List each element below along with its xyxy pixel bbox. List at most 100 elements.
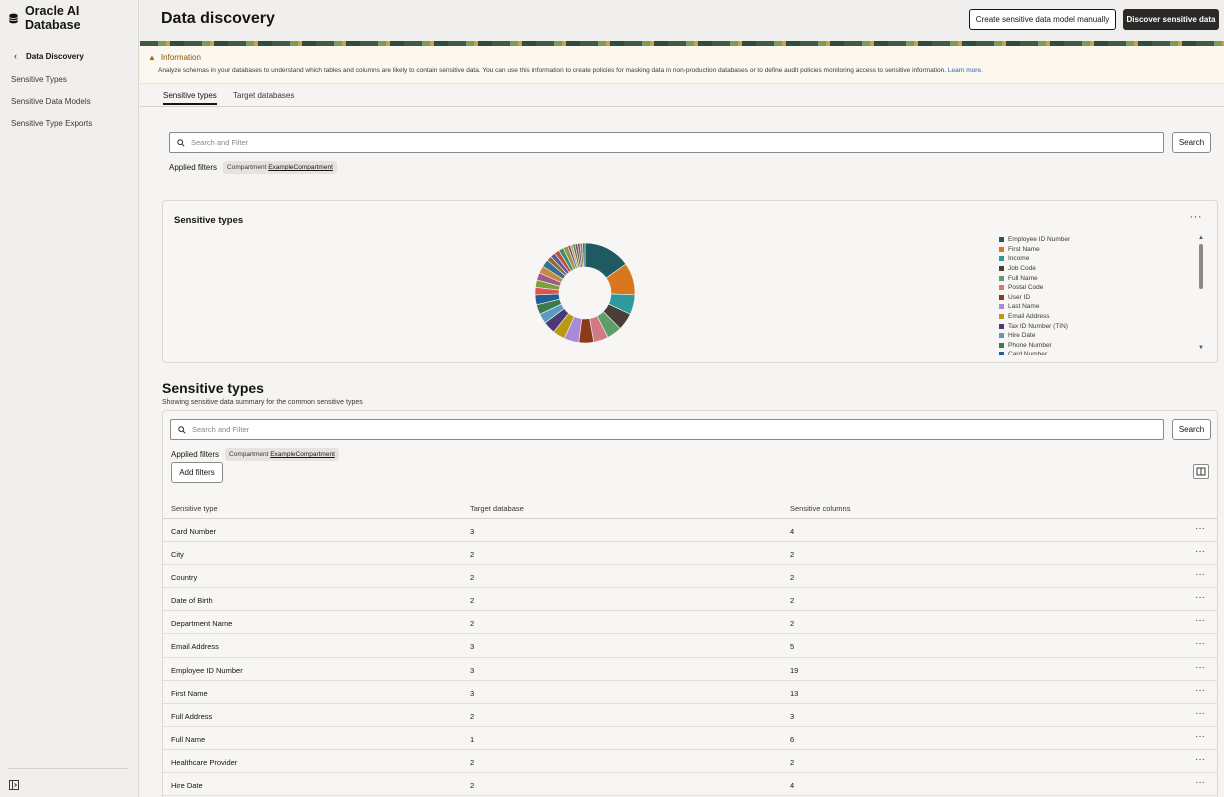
table-row[interactable]: Email Address 3 5 ···: [163, 634, 1217, 658]
sidebar-back-data-discovery[interactable]: ‹ Data Discovery: [0, 49, 138, 63]
table-row[interactable]: Date of Birth 2 2 ···: [163, 588, 1217, 612]
table-search-input[interactable]: Search and Filter: [170, 419, 1164, 440]
row-actions-icon[interactable]: ···: [1195, 615, 1205, 626]
row-actions-icon[interactable]: ···: [1195, 638, 1205, 649]
legend-label: Hire Date: [1008, 332, 1036, 340]
scroll-up-icon[interactable]: ▲: [1198, 235, 1204, 241]
legend-swatch: [999, 275, 1004, 281]
table-row[interactable]: Employee ID Number 3 19 ···: [163, 658, 1217, 681]
table-row[interactable]: Card Number 3 4 ···: [163, 519, 1217, 543]
learn-more-link[interactable]: Learn more.: [948, 67, 983, 74]
legend-item[interactable]: Full Name: [999, 273, 1169, 283]
legend-label: Job Code: [1008, 265, 1036, 273]
legend-swatch: [999, 256, 1004, 262]
legend-swatch: [999, 285, 1004, 291]
tab-target-databases[interactable]: Target databases: [233, 91, 294, 100]
table-row[interactable]: Full Address 2 3 ···: [163, 704, 1217, 727]
row-actions-icon[interactable]: ···: [1195, 523, 1205, 534]
row-actions-icon[interactable]: ···: [1195, 708, 1205, 719]
collapse-sidebar-icon[interactable]: [9, 780, 19, 790]
legend-scrollbar[interactable]: ▲ ▼: [1197, 235, 1205, 351]
page-title: Data discovery: [161, 10, 275, 27]
cell-sensitive-columns: 4: [790, 527, 795, 536]
compartment-filter-chip[interactable]: Compartment ExampleCompartment: [225, 448, 339, 461]
legend-item[interactable]: Email Address: [999, 312, 1169, 322]
legend-item[interactable]: Phone Number: [999, 341, 1169, 351]
cell-sensitive-columns: 19: [790, 665, 799, 675]
row-actions-icon[interactable]: ···: [1195, 546, 1205, 557]
sidebar-back-label: Data Discovery: [26, 51, 84, 61]
cell-target-database: 3: [470, 665, 475, 675]
legend-swatch: [999, 294, 1004, 300]
sidebar: Oracle AI Database ‹ Data Discovery Sens…: [0, 0, 139, 797]
header-sensitive-type[interactable]: Sensitive type: [171, 504, 218, 513]
scroll-thumb[interactable]: [1199, 244, 1203, 289]
legend-item[interactable]: Last Name: [999, 302, 1169, 312]
legend-item[interactable]: Card Number: [999, 350, 1169, 355]
cell-sensitive-type: Employee ID Number: [171, 665, 243, 675]
brand[interactable]: Oracle AI Database: [0, 0, 138, 36]
legend-item[interactable]: Income: [999, 254, 1169, 264]
table-row[interactable]: First Name 3 13 ···: [163, 681, 1217, 704]
tab-bar: Sensitive types Target databases: [140, 84, 1224, 107]
chip-value: ExampleCompartment: [270, 451, 335, 458]
columns-toggle-icon[interactable]: [1193, 464, 1209, 479]
legend-item[interactable]: Employee ID Number: [999, 235, 1169, 245]
legend-item[interactable]: User ID: [999, 293, 1169, 303]
header-sensitive-columns[interactable]: Sensitive columns: [790, 504, 850, 513]
legend-item[interactable]: First Name: [999, 245, 1169, 255]
chart-legend: Employee ID Number First Name Income Job Co…: [999, 235, 1169, 355]
sidebar-item-sensitive-type-exports[interactable]: Sensitive Type Exports: [0, 112, 138, 134]
row-actions-icon[interactable]: ···: [1195, 685, 1205, 696]
legend-item[interactable]: Tax ID Number (TIN): [999, 321, 1169, 331]
table-row[interactable]: Healthcare Provider 2 2 ···: [163, 750, 1217, 774]
info-title: ▲ Information: [148, 53, 201, 62]
add-filters-button[interactable]: Add filters: [171, 462, 223, 483]
row-actions-icon[interactable]: ···: [1195, 662, 1205, 673]
info-text: Analyze schemas in your databases to und…: [158, 67, 983, 74]
search-icon: [178, 425, 186, 434]
scroll-down-icon[interactable]: ▼: [1198, 345, 1204, 351]
legend-item[interactable]: Job Code: [999, 264, 1169, 274]
table-body: Card Number 3 4 ··· City 2 2 ··· Country 2 2 ··· Dat…: [163, 519, 1217, 797]
sensitive-types-table-card: Search and Filter Search Applied filters…: [162, 410, 1218, 797]
cell-target-database: 3: [470, 527, 475, 536]
chart-title: Sensitive types: [174, 215, 244, 226]
main-content: Data discovery Create sensitive data mod…: [140, 0, 1224, 797]
table-row[interactable]: Department Name 2 2 ···: [163, 611, 1217, 635]
cell-sensitive-type: Full Address: [171, 711, 213, 721]
row-actions-icon[interactable]: ···: [1195, 592, 1205, 603]
table-row[interactable]: Hire Date 2 4 ···: [163, 773, 1217, 797]
table-row[interactable]: City 2 2 ···: [163, 542, 1217, 566]
sensitive-types-chart-card: Sensitive types ··· Employee ID Number Fi…: [162, 200, 1218, 363]
legend-label: Employee ID Number: [1008, 236, 1071, 244]
header-target-database[interactable]: Target database: [470, 504, 524, 513]
top-search-row: Search and Filter Search: [169, 132, 1211, 153]
sidebar-item-sensitive-types[interactable]: Sensitive Types: [0, 68, 138, 90]
table-row[interactable]: Country 2 2 ···: [163, 565, 1217, 589]
discover-sensitive-data-button[interactable]: Discover sensitive data: [1123, 9, 1219, 30]
chip-key: Compartment: [227, 164, 267, 171]
cell-sensitive-columns: 2: [790, 550, 795, 560]
cell-sensitive-columns: 13: [790, 688, 799, 698]
row-actions-icon[interactable]: ···: [1195, 777, 1205, 788]
row-actions-icon[interactable]: ···: [1195, 569, 1205, 580]
tab-sensitive-types[interactable]: Sensitive types: [163, 91, 217, 105]
compartment-filter-chip[interactable]: Compartment ExampleCompartment: [223, 161, 337, 174]
cell-sensitive-columns: 4: [790, 781, 795, 791]
row-actions-icon[interactable]: ···: [1195, 731, 1205, 742]
legend-item[interactable]: Postal Code: [999, 283, 1169, 293]
warning-icon: ▲: [148, 53, 156, 62]
sidebar-item-sensitive-data-models[interactable]: Sensitive Data Models: [0, 90, 138, 112]
cell-sensitive-type: Email Address: [171, 642, 219, 652]
table-row[interactable]: Full Name 1 6 ···: [163, 727, 1217, 750]
top-search-button[interactable]: Search: [1172, 132, 1211, 153]
cell-sensitive-columns: 2: [790, 757, 795, 767]
row-actions-icon[interactable]: ···: [1195, 754, 1205, 765]
table-search-button[interactable]: Search: [1172, 419, 1211, 440]
create-sensitive-data-model-button[interactable]: Create sensitive data model manually: [969, 9, 1116, 30]
chart-menu-icon[interactable]: ···: [1190, 211, 1203, 223]
columns-icon: [1196, 467, 1206, 476]
legend-item[interactable]: Hire Date: [999, 331, 1169, 341]
top-search-input[interactable]: Search and Filter: [169, 132, 1164, 153]
